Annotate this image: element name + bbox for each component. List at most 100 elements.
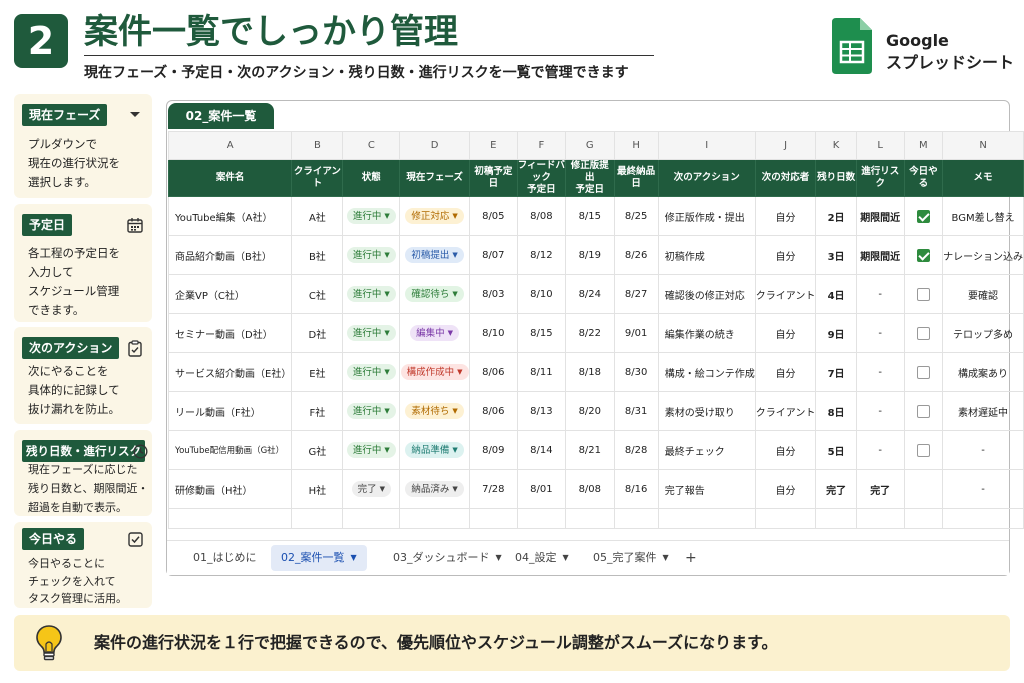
cell-today[interactable] bbox=[903, 235, 944, 275]
cell-next-action[interactable]: 確認後の修正対応 bbox=[657, 274, 756, 314]
cell-date[interactable]: 8/08 bbox=[565, 469, 615, 509]
cell-status[interactable]: 進行中 ▼ bbox=[342, 235, 401, 275]
cell-date[interactable]: 8/25 bbox=[613, 196, 659, 236]
cell-today[interactable] bbox=[903, 274, 944, 314]
cell-next-action[interactable]: 最終チェック bbox=[657, 430, 756, 470]
cell-project-name[interactable]: YouTube編集（A社） bbox=[167, 196, 293, 236]
cell-owner[interactable]: 自分 bbox=[754, 469, 817, 509]
cell-owner[interactable]: 自分 bbox=[754, 235, 817, 275]
cell-today[interactable] bbox=[903, 391, 944, 431]
empty-cell[interactable] bbox=[291, 508, 344, 529]
cell-date[interactable]: 8/21 bbox=[565, 430, 615, 470]
cell-project-name[interactable]: 企業VP（C社） bbox=[167, 274, 293, 314]
cell-date[interactable]: 8/15 bbox=[565, 196, 615, 236]
cell-memo[interactable]: ナレーション込み bbox=[942, 235, 1024, 275]
empty-cell[interactable] bbox=[469, 508, 518, 529]
cell-client[interactable]: B社 bbox=[291, 235, 344, 275]
cell-today[interactable] bbox=[903, 352, 944, 392]
column-letter[interactable]: L bbox=[855, 131, 905, 160]
cell-date[interactable]: 8/20 bbox=[565, 391, 615, 431]
empty-cell[interactable] bbox=[942, 508, 1024, 529]
cell-remaining-days[interactable]: 7日 bbox=[815, 352, 857, 392]
cell-memo[interactable]: 構成案あり bbox=[942, 352, 1024, 392]
cell-date[interactable]: 8/13 bbox=[516, 391, 567, 431]
cell-status[interactable]: 進行中 ▼ bbox=[342, 430, 401, 470]
cell-owner[interactable]: クライアント bbox=[754, 391, 817, 431]
cell-date[interactable]: 8/08 bbox=[516, 196, 567, 236]
cell-owner[interactable]: クライアント bbox=[754, 274, 817, 314]
column-letter[interactable]: C bbox=[342, 131, 401, 160]
cell-remaining-days[interactable]: 4日 bbox=[815, 274, 857, 314]
column-letter[interactable]: M bbox=[903, 131, 944, 160]
cell-date[interactable]: 8/01 bbox=[516, 469, 567, 509]
sheet-tab[interactable]: 05_完了案件 ▼ bbox=[583, 545, 679, 571]
cell-phase[interactable]: 初稿提出 ▼ bbox=[399, 235, 471, 275]
cell-client[interactable]: H社 bbox=[291, 469, 344, 509]
cell-phase[interactable]: 納品済み ▼ bbox=[399, 469, 471, 509]
status-dropdown[interactable]: 進行中 ▼ bbox=[346, 325, 396, 341]
status-dropdown[interactable]: 進行中 ▼ bbox=[346, 403, 396, 419]
cell-date[interactable]: 8/10 bbox=[469, 313, 518, 353]
column-letter[interactable]: J bbox=[754, 131, 817, 160]
cell-remaining-days[interactable]: 9日 bbox=[815, 313, 857, 353]
column-letter[interactable]: B bbox=[291, 131, 344, 160]
cell-status[interactable]: 進行中 ▼ bbox=[342, 352, 401, 392]
column-letter[interactable]: E bbox=[469, 131, 518, 160]
cell-project-name[interactable]: セミナー動画（D社） bbox=[167, 313, 293, 353]
column-letter[interactable]: A bbox=[167, 131, 293, 160]
checkbox-icon[interactable] bbox=[916, 443, 930, 457]
cell-client[interactable]: E社 bbox=[291, 352, 344, 392]
status-dropdown[interactable]: 進行中 ▼ bbox=[346, 442, 396, 458]
cell-risk[interactable]: - bbox=[855, 391, 905, 431]
phase-dropdown[interactable]: 初稿提出 ▼ bbox=[405, 247, 464, 263]
cell-phase[interactable]: 素材待ち ▼ bbox=[399, 391, 471, 431]
cell-owner[interactable]: 自分 bbox=[754, 196, 817, 236]
cell-project-name[interactable]: 研修動画（H社） bbox=[167, 469, 293, 509]
phase-dropdown[interactable]: 編集中 ▼ bbox=[410, 325, 460, 341]
cell-phase[interactable]: 編集中 ▼ bbox=[399, 313, 471, 353]
cell-client[interactable]: C社 bbox=[291, 274, 344, 314]
column-letter[interactable]: I bbox=[657, 131, 756, 160]
cell-date[interactable]: 8/06 bbox=[469, 352, 518, 392]
empty-cell[interactable] bbox=[855, 508, 905, 529]
cell-status[interactable]: 完了 ▼ bbox=[342, 469, 401, 509]
cell-next-action[interactable]: 編集作業の続き bbox=[657, 313, 756, 353]
column-letter[interactable]: F bbox=[516, 131, 567, 160]
empty-cell[interactable] bbox=[167, 508, 293, 529]
sheet-tab[interactable]: 03_ダッシュボード ▼ bbox=[383, 545, 512, 571]
cell-date[interactable]: 8/16 bbox=[613, 469, 659, 509]
cell-date[interactable]: 8/05 bbox=[469, 196, 518, 236]
cell-client[interactable]: F社 bbox=[291, 391, 344, 431]
phase-dropdown[interactable]: 確認待ち ▼ bbox=[405, 286, 464, 302]
cell-date[interactable]: 8/06 bbox=[469, 391, 518, 431]
cell-memo[interactable]: - bbox=[942, 469, 1024, 509]
phase-dropdown[interactable]: 構成作成中 ▼ bbox=[400, 364, 469, 380]
cell-date[interactable]: 9/01 bbox=[613, 313, 659, 353]
phase-dropdown[interactable]: 納品準備 ▼ bbox=[405, 442, 464, 458]
cell-client[interactable]: A社 bbox=[291, 196, 344, 236]
checkbox-icon[interactable] bbox=[916, 365, 930, 379]
cell-risk[interactable]: 期限間近 bbox=[855, 235, 905, 275]
cell-status[interactable]: 進行中 ▼ bbox=[342, 313, 401, 353]
cell-project-name[interactable]: リール動画（F社） bbox=[167, 391, 293, 431]
cell-risk[interactable]: 期限間近 bbox=[855, 196, 905, 236]
cell-date[interactable]: 8/28 bbox=[613, 430, 659, 470]
cell-date[interactable]: 8/15 bbox=[516, 313, 567, 353]
cell-date[interactable]: 8/03 bbox=[469, 274, 518, 314]
empty-cell[interactable] bbox=[903, 508, 944, 529]
cell-date[interactable]: 7/28 bbox=[469, 469, 518, 509]
cell-status[interactable]: 進行中 ▼ bbox=[342, 274, 401, 314]
sheet-tab[interactable]: 04_設定 ▼ bbox=[505, 545, 579, 571]
cell-phase[interactable]: 納品準備 ▼ bbox=[399, 430, 471, 470]
status-dropdown[interactable]: 進行中 ▼ bbox=[346, 208, 396, 224]
column-letter[interactable]: D bbox=[399, 131, 471, 160]
cell-date[interactable]: 8/19 bbox=[565, 235, 615, 275]
checkbox-icon[interactable] bbox=[916, 404, 930, 418]
empty-cell[interactable] bbox=[516, 508, 567, 529]
status-dropdown[interactable]: 進行中 ▼ bbox=[346, 286, 396, 302]
cell-next-action[interactable]: 完了報告 bbox=[657, 469, 756, 509]
phase-dropdown[interactable]: 納品済み ▼ bbox=[405, 481, 464, 497]
sheet-tab[interactable]: 02_案件一覧 ▼ bbox=[271, 545, 367, 571]
cell-date[interactable]: 8/31 bbox=[613, 391, 659, 431]
cell-today[interactable] bbox=[903, 196, 944, 236]
